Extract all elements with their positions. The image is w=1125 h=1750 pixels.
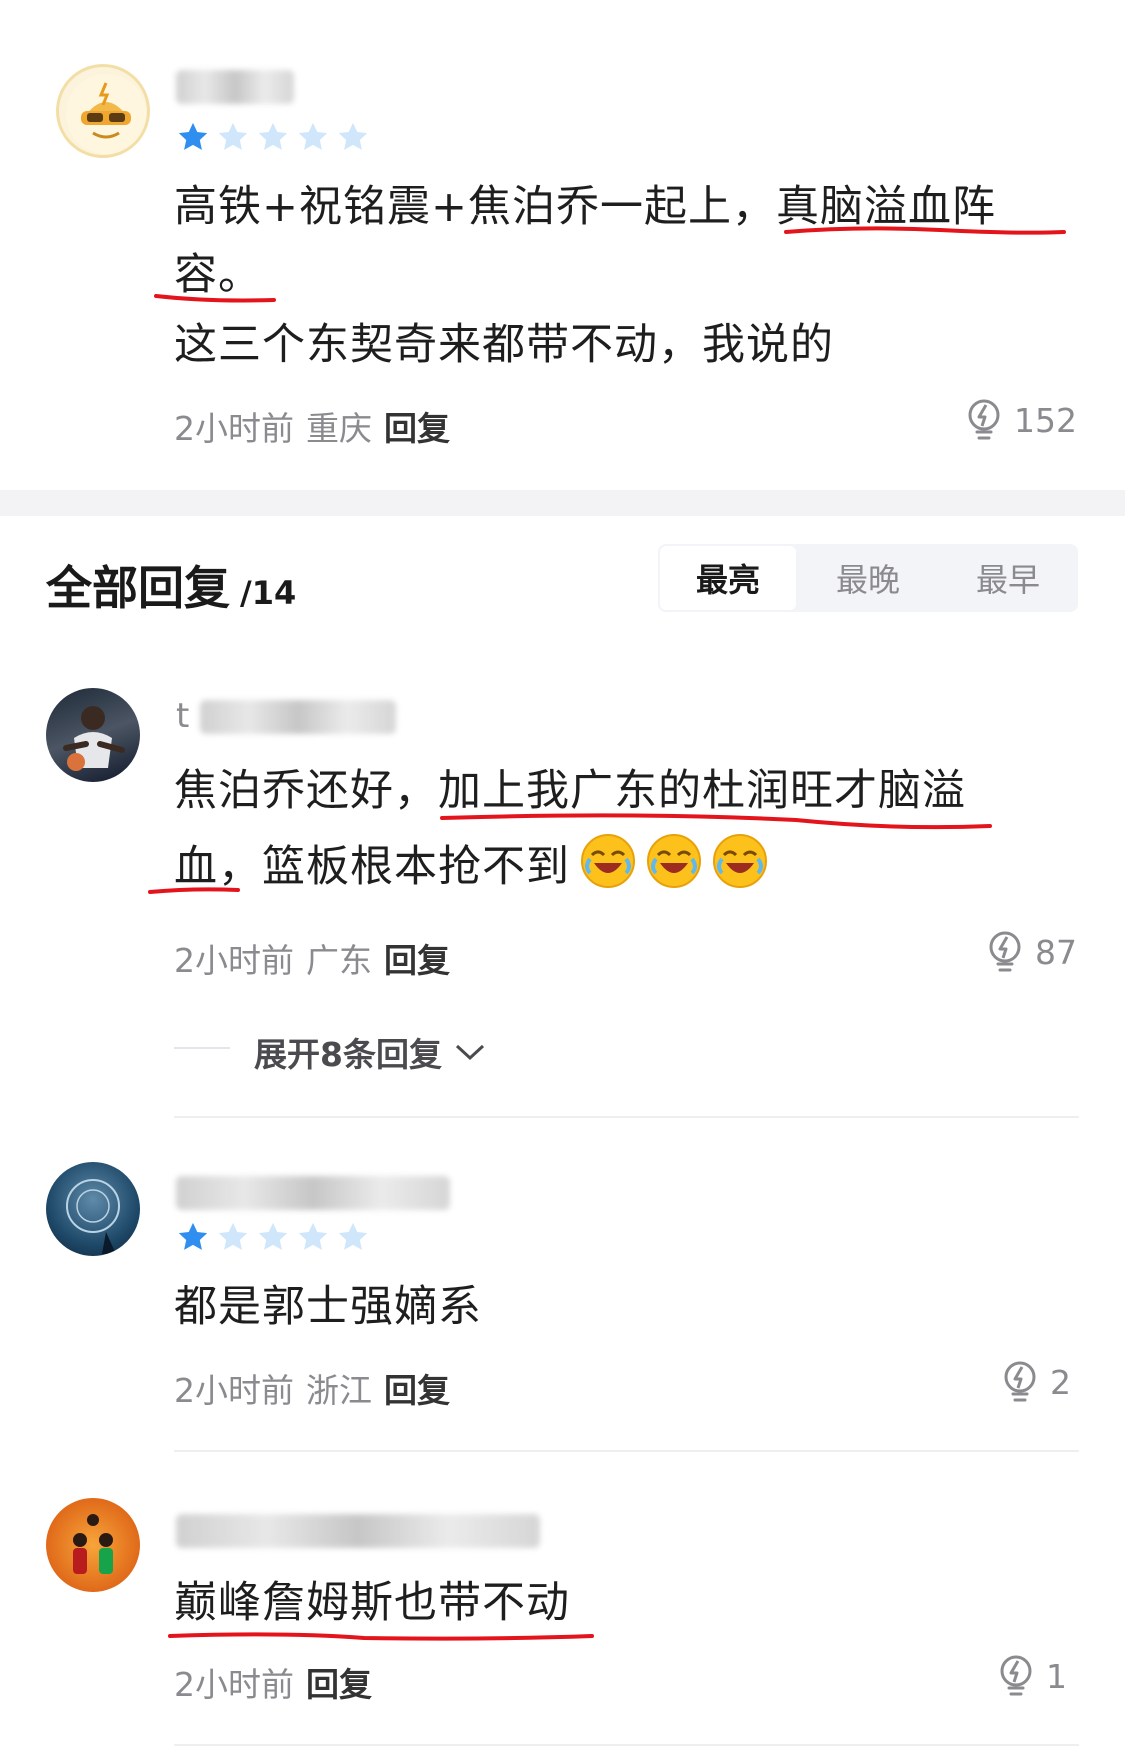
expand-replies-label: 展开8条回复 xyxy=(254,1035,442,1074)
like-count: 87 xyxy=(1035,932,1077,972)
comment-location: 重庆 xyxy=(306,409,372,448)
reply-button[interactable]: 回复 xyxy=(306,1658,372,1706)
expand-replies-line xyxy=(174,1047,230,1049)
comment-text-line: 巅峰詹姆斯也带不动 xyxy=(174,1578,570,1628)
comment-time: 2小时前 xyxy=(174,1665,294,1704)
comment-time: 2小时前 xyxy=(174,1371,294,1410)
divider xyxy=(174,1450,1079,1452)
comment-time: 2小时前 xyxy=(174,409,294,448)
lightbulb-like-icon xyxy=(989,931,1021,972)
chevron-down-icon xyxy=(455,1044,484,1061)
star-empty-icon xyxy=(338,122,368,150)
tab-hottest[interactable]: 最亮 xyxy=(658,544,798,612)
comment-meta: 2小时前 重庆 回复 xyxy=(174,402,450,450)
tab-latest[interactable]: 最晚 xyxy=(798,544,938,612)
comment-location: 广东 xyxy=(306,941,372,980)
reply-button[interactable]: 回复 xyxy=(384,1364,450,1412)
tab-label: 最亮 xyxy=(695,561,760,599)
comment-text-line: 容。 xyxy=(174,250,262,300)
star-empty-icon xyxy=(218,122,248,150)
like-button[interactable]: 2 xyxy=(1000,1360,1071,1404)
star-empty-icon xyxy=(298,1222,328,1250)
star-empty-icon xyxy=(338,1222,368,1250)
comment-meta: 2小时前 广东 回复 xyxy=(174,934,450,982)
lightbulb-like-icon xyxy=(968,399,1000,440)
basketball-team-avatar-icon xyxy=(73,1514,113,1574)
comment-text: 血，篮板根本抢不到 xyxy=(174,842,570,892)
comment-text-line: 血，篮板根本抢不到 xyxy=(174,832,768,902)
tab-label: 最晚 xyxy=(835,561,900,599)
star-empty-icon xyxy=(258,1222,288,1250)
user-avatar-icon xyxy=(66,74,146,154)
username-blurred[interactable] xyxy=(176,1514,540,1548)
section-separator xyxy=(0,490,1125,516)
replies-count: /14 xyxy=(240,574,297,612)
laughing-crying-emoji-icon xyxy=(646,833,702,889)
laughing-crying-emoji-icon xyxy=(580,833,636,889)
rating-stars xyxy=(176,1220,370,1254)
avatar[interactable] xyxy=(46,1162,140,1256)
like-button[interactable]: 1 xyxy=(996,1654,1067,1698)
comment-location: 浙江 xyxy=(306,1371,372,1410)
tab-label: 最早 xyxy=(975,561,1040,599)
comment-text-line: 这三个东契奇来都带不动，我说的 xyxy=(174,320,834,370)
comment-meta: 2小时前 回复 xyxy=(174,1658,372,1706)
avatar[interactable] xyxy=(46,1498,140,1592)
star-empty-icon xyxy=(298,122,328,150)
like-count: 2 xyxy=(1050,1362,1071,1402)
comment-text-line: 都是郭士强嫡系 xyxy=(174,1282,482,1332)
basketball-player-avatar-icon xyxy=(63,706,125,771)
lightbulb-like-icon xyxy=(1004,1361,1036,1402)
divider xyxy=(174,1116,1079,1118)
reply-button[interactable]: 回复 xyxy=(384,402,450,450)
like-button[interactable]: 152 xyxy=(964,398,1077,442)
comment-text-line: 焦泊乔还好，加上我广东的杜润旺才脑溢 xyxy=(174,766,966,816)
like-count: 152 xyxy=(1014,400,1077,440)
like-button[interactable]: 87 xyxy=(985,930,1077,974)
comment-text-line: 高铁+祝铭震+焦泊乔一起上，真脑溢血阵 xyxy=(174,182,997,232)
sort-tabs: 最亮 最晚 最早 xyxy=(658,544,1078,612)
laughing-crying-emoji-icon xyxy=(712,833,768,889)
avatar[interactable] xyxy=(56,64,150,158)
emblem-avatar-icon xyxy=(66,1179,120,1254)
star-filled-icon xyxy=(178,122,208,150)
lightbulb-like-icon xyxy=(1000,1655,1032,1696)
replies-header: 全部回复 /14 xyxy=(46,552,296,618)
star-filled-icon xyxy=(178,1222,208,1250)
username-blurred[interactable] xyxy=(176,1176,450,1210)
star-empty-icon xyxy=(258,122,288,150)
reply-button[interactable]: 回复 xyxy=(384,934,450,982)
star-empty-icon xyxy=(218,1222,248,1250)
comment-time: 2小时前 xyxy=(174,941,294,980)
username-blurred[interactable] xyxy=(200,700,396,734)
tab-earliest[interactable]: 最早 xyxy=(938,544,1078,612)
divider xyxy=(174,1744,1079,1746)
username-blurred[interactable] xyxy=(176,70,294,104)
like-count: 1 xyxy=(1046,1656,1067,1696)
comment-meta: 2小时前 浙江 回复 xyxy=(174,1364,450,1412)
expand-replies-button[interactable]: 展开8条回复 xyxy=(254,1028,486,1076)
username-visible-prefix[interactable]: t xyxy=(176,696,189,736)
rating-stars xyxy=(176,120,370,154)
avatar[interactable] xyxy=(46,688,140,782)
replies-title: 全部回复 xyxy=(46,561,230,615)
